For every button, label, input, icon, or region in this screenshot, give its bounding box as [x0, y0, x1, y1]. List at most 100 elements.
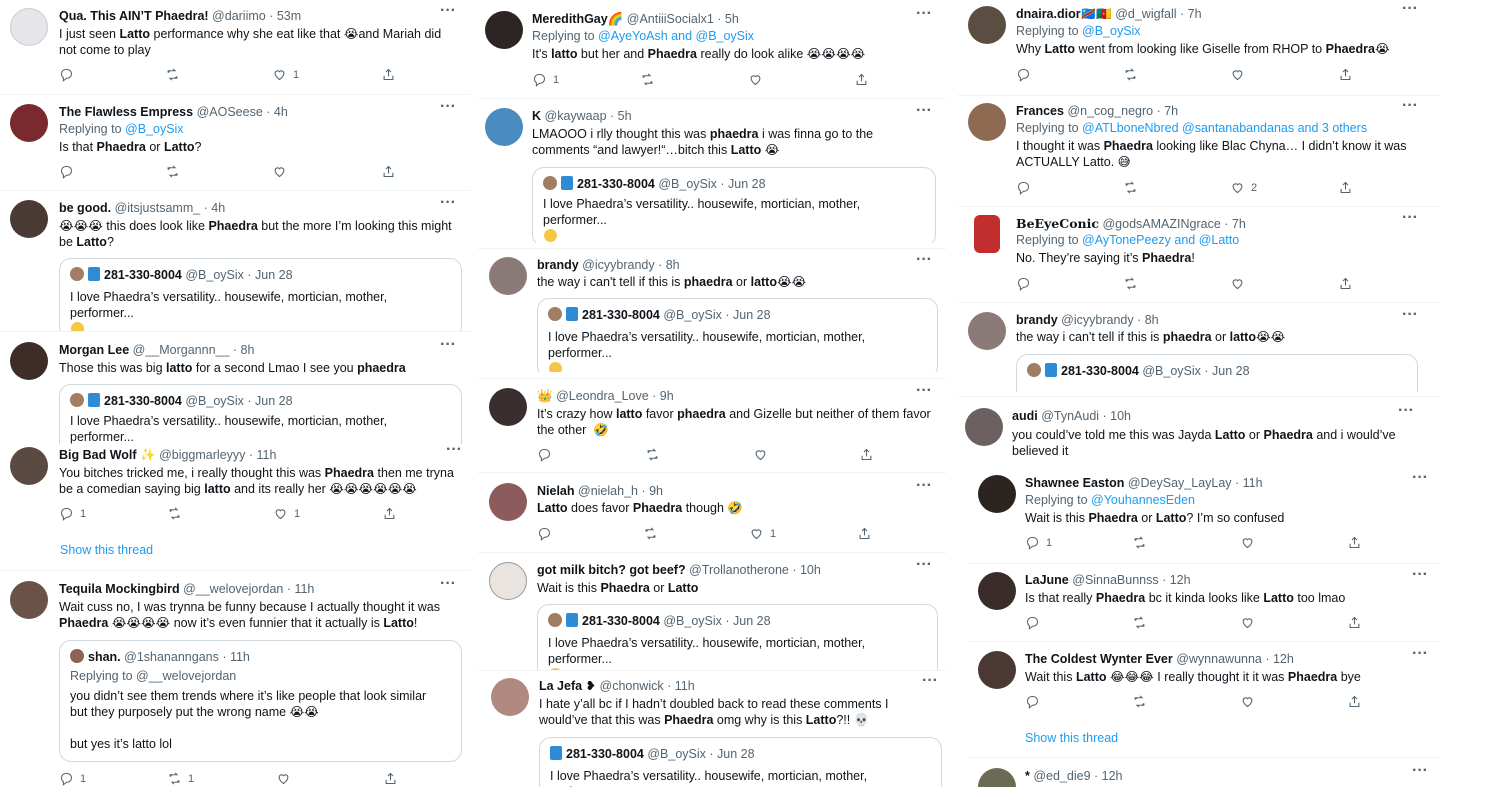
- more-icon[interactable]: ···: [440, 104, 456, 116]
- more-icon[interactable]: ···: [440, 8, 456, 20]
- display-name[interactable]: brandy: [537, 258, 579, 272]
- retweet-icon[interactable]: [167, 506, 182, 521]
- reply-icon[interactable]: [59, 771, 74, 786]
- avatar[interactable]: [10, 200, 48, 238]
- avatar[interactable]: [978, 768, 1016, 787]
- quote-tweet[interactable]: 281-330-8004 @B_oySix · Jun 28 I love Ph…: [532, 167, 936, 243]
- retweet-icon[interactable]: [1132, 615, 1147, 630]
- reply-link[interactable]: @B_oySix: [125, 122, 184, 136]
- tweet[interactable]: LaJune @SinnaBunnss · 12h ··· Is that re…: [958, 572, 1440, 640]
- handle[interactable]: @dariimo · 53m: [212, 9, 301, 23]
- share-icon[interactable]: [381, 164, 396, 179]
- handle[interactable]: @AOSeese · 4h: [197, 105, 288, 119]
- display-name[interactable]: Morgan Lee: [59, 343, 129, 357]
- like-icon[interactable]: [1230, 276, 1245, 291]
- like-icon[interactable]: [272, 67, 287, 82]
- reply-icon[interactable]: [59, 164, 74, 179]
- share-icon[interactable]: [1338, 180, 1353, 195]
- handle[interactable]: @chonwick · 11h: [600, 679, 695, 693]
- handle[interactable]: @TynAudi · 10h: [1041, 409, 1131, 423]
- share-icon[interactable]: [859, 447, 874, 462]
- handle[interactable]: @Leondra_Love · 9h: [556, 389, 674, 403]
- tweet[interactable]: Qua. This AIN’T Phaedra! @dariimo · 53m …: [0, 8, 470, 96]
- share-icon[interactable]: [1338, 276, 1353, 291]
- like-icon[interactable]: [1230, 180, 1245, 195]
- like-icon[interactable]: [1240, 535, 1255, 550]
- avatar[interactable]: [10, 342, 48, 380]
- reply-icon[interactable]: [59, 506, 74, 521]
- handle[interactable]: @AntiiiSocialx1 · 5h: [627, 12, 739, 26]
- more-icon[interactable]: ···: [440, 342, 456, 354]
- display-name[interactable]: Shawnee Easton: [1025, 476, 1124, 490]
- avatar[interactable]: [491, 678, 529, 716]
- display-name[interactable]: MeredithGay🌈: [532, 12, 623, 26]
- quote-tweet[interactable]: 281-330-8004 @B_oySix · Jun 28 I love Ph…: [537, 604, 938, 670]
- retweet-icon[interactable]: [1132, 694, 1147, 709]
- reply-icon[interactable]: [1025, 535, 1040, 550]
- handle[interactable]: @godsAMAZINgrace · 7h: [1102, 217, 1245, 231]
- tweet[interactable]: K @kaywaap · 5h ··· LMAOOO i rlly though…: [478, 108, 946, 243]
- reply-icon[interactable]: [1025, 615, 1040, 630]
- tweet[interactable]: BeEyeConic @godsAMAZINgrace · 7h ··· Rep…: [958, 215, 1440, 303]
- show-thread-link[interactable]: Show this thread: [1025, 731, 1118, 745]
- handle[interactable]: @DeySay_LayLay · 11h: [1128, 476, 1263, 490]
- tweet[interactable]: got milk bitch? got beef? @Trollanothero…: [478, 562, 946, 670]
- more-icon[interactable]: ···: [922, 678, 938, 690]
- reply-icon[interactable]: [537, 526, 552, 541]
- share-icon[interactable]: [1347, 615, 1362, 630]
- reply-icon[interactable]: [59, 67, 74, 82]
- avatar[interactable]: [10, 8, 48, 46]
- more-icon[interactable]: ···: [1402, 312, 1418, 324]
- handle[interactable]: @__welovejordan · 11h: [183, 582, 314, 596]
- tweet[interactable]: The Flawless Empress @AOSeese · 4h ··· R…: [0, 104, 470, 190]
- more-icon[interactable]: ···: [916, 483, 932, 495]
- tweet[interactable]: be good. @itsjustsamm_ · 4h ··· 😭😭😭 this…: [0, 200, 470, 332]
- share-icon[interactable]: [857, 526, 872, 541]
- more-icon[interactable]: ···: [916, 388, 932, 400]
- reply-link[interactable]: @AyTonePeezy and @Latto: [1082, 233, 1239, 247]
- reply-link[interactable]: @YouhannesEden: [1091, 493, 1195, 507]
- share-icon[interactable]: [383, 771, 398, 786]
- retweet-icon[interactable]: [645, 447, 660, 462]
- reply-icon[interactable]: [532, 72, 547, 87]
- avatar[interactable]: [489, 483, 527, 521]
- more-icon[interactable]: ···: [446, 447, 462, 459]
- avatar[interactable]: [489, 562, 527, 600]
- avatar[interactable]: [485, 108, 523, 146]
- display-name[interactable]: *: [1025, 769, 1030, 783]
- avatar[interactable]: [968, 312, 1006, 350]
- more-icon[interactable]: ···: [1398, 408, 1414, 420]
- reply-icon[interactable]: [1016, 276, 1031, 291]
- like-icon[interactable]: [1240, 615, 1255, 630]
- handle[interactable]: @itsjustsamm_ · 4h: [115, 201, 226, 215]
- avatar[interactable]: [965, 408, 1003, 446]
- display-name[interactable]: audi: [1012, 409, 1038, 423]
- more-icon[interactable]: ···: [1402, 103, 1418, 115]
- reply-link[interactable]: @ATLboneNbred @santanabandanas and 3 oth…: [1082, 121, 1367, 135]
- tweet[interactable]: dnaira.dior🇨🇩🇨🇲 @d_wigfall · 7h ··· Repl…: [958, 6, 1440, 96]
- handle[interactable]: @d_wigfall · 7h: [1115, 7, 1201, 21]
- more-icon[interactable]: ···: [1402, 6, 1418, 18]
- avatar[interactable]: [978, 651, 1016, 689]
- avatar[interactable]: [489, 388, 527, 426]
- tweet[interactable]: 👑 @Leondra_Love · 9h ··· It’s crazy how …: [478, 388, 946, 470]
- share-icon[interactable]: [1347, 535, 1362, 550]
- tweet[interactable]: Shawnee Easton @DeySay_LayLay · 11h ··· …: [958, 475, 1440, 563]
- display-name[interactable]: Tequila Mockingbird: [59, 582, 180, 596]
- quote-tweet[interactable]: 281-330-8004 @B_oySix · Jun 28: [1016, 354, 1418, 392]
- more-icon[interactable]: ···: [916, 562, 932, 574]
- share-icon[interactable]: [381, 67, 396, 82]
- show-thread-link[interactable]: Show this thread: [60, 543, 153, 557]
- display-name[interactable]: be good.: [59, 201, 111, 215]
- quote-tweet[interactable]: 281-330-8004 @B_oySix · Jun 28 I love Ph…: [539, 737, 942, 787]
- more-icon[interactable]: ···: [1402, 215, 1418, 227]
- retweet-icon[interactable]: [167, 771, 182, 786]
- display-name[interactable]: Frances: [1016, 104, 1064, 118]
- avatar[interactable]: [974, 215, 1000, 253]
- reply-icon[interactable]: [537, 447, 552, 462]
- quote-tweet[interactable]: 281-330-8004 @B_oySix · Jun 28 I love Ph…: [59, 258, 462, 332]
- quote-tweet[interactable]: shan. @1shananngans · 11h Replying to @_…: [59, 640, 462, 762]
- retweet-icon[interactable]: [1123, 276, 1138, 291]
- share-icon[interactable]: [1347, 694, 1362, 709]
- avatar[interactable]: [10, 447, 48, 485]
